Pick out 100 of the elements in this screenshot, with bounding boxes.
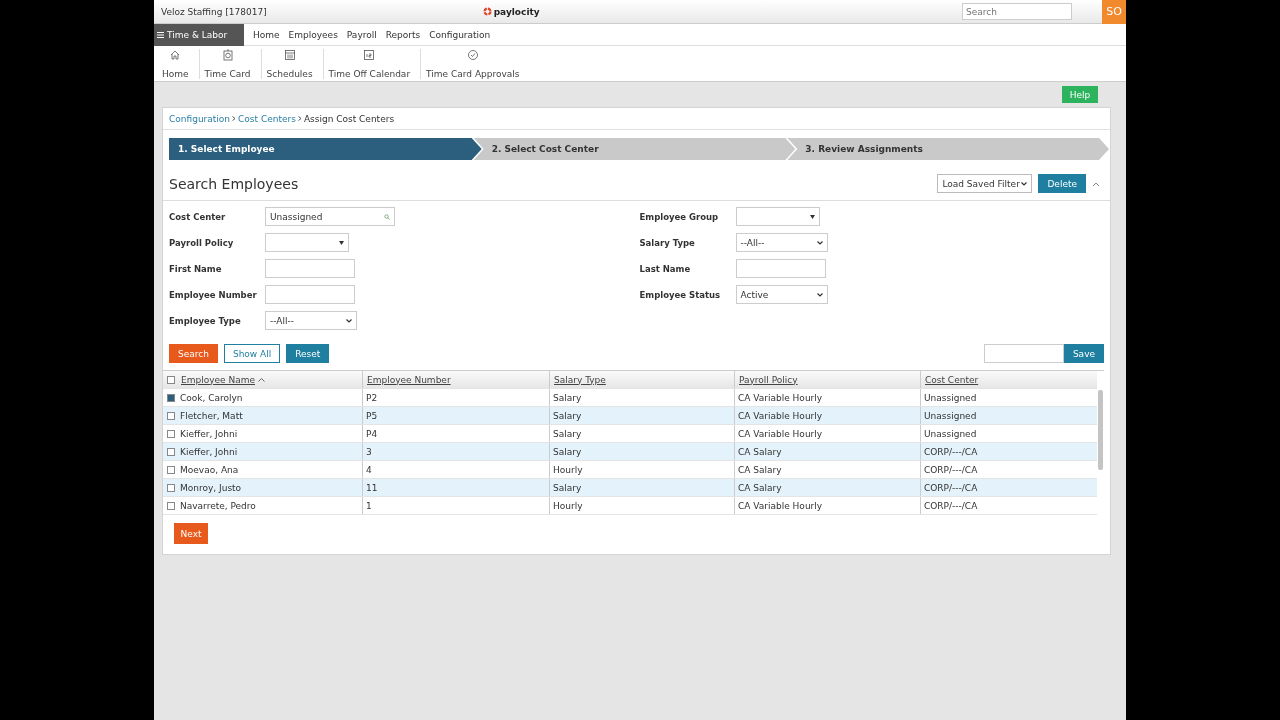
- input-field[interactable]: [265, 259, 355, 278]
- nav-link[interactable]: Configuration: [429, 29, 491, 40]
- wizard-step[interactable]: 1. Select Employee: [169, 138, 482, 160]
- column-header[interactable]: Employee Number: [362, 371, 549, 388]
- toolbar-button[interactable]: Time Card: [199, 48, 262, 79]
- table-cell: CA Variable Hourly: [734, 407, 920, 424]
- table-cell: CA Salary: [734, 461, 920, 478]
- field-label: Employee Group: [639, 211, 720, 222]
- search-icon: [384, 213, 390, 220]
- row-checkbox[interactable]: [167, 429, 175, 438]
- menu-icon: [157, 31, 164, 38]
- column-header[interactable]: Cost Center: [920, 371, 1106, 388]
- table-cell: CA Variable Hourly: [734, 497, 920, 514]
- nav-link[interactable]: Reports: [385, 29, 421, 40]
- sort-up-icon: [258, 377, 265, 382]
- collapse-icon[interactable]: [1092, 180, 1100, 187]
- stopwatch-icon: [221, 48, 234, 61]
- dropdown-arrow-icon: [339, 240, 344, 245]
- wizard-step[interactable]: 2. Select Cost Center: [473, 138, 796, 160]
- toolbar-button[interactable]: Home: [157, 48, 200, 79]
- logo-text: paylocity: [493, 6, 540, 17]
- nav-link[interactable]: Home: [253, 29, 280, 40]
- field-label: Employee Status: [639, 289, 722, 300]
- row-checkbox[interactable]: [167, 393, 175, 402]
- separator-icon: [297, 116, 302, 121]
- wizard-step[interactable]: 3. Review Assignments: [787, 138, 1109, 160]
- table-cell: CA Variable Hourly: [734, 425, 920, 442]
- table-cell: Salary: [549, 389, 734, 406]
- column-header[interactable]: Salary Type: [549, 371, 734, 388]
- table-cell: CA Variable Hourly: [734, 389, 920, 406]
- table-cell: CA Salary: [734, 479, 920, 496]
- field-label: Payroll Policy: [169, 237, 235, 248]
- row-checkbox[interactable]: [167, 447, 175, 456]
- select-field[interactable]: --All--: [265, 311, 357, 330]
- input-field[interactable]: [735, 259, 826, 278]
- logo-icon: [482, 7, 492, 16]
- breadcrumb-link[interactable]: Configuration: [169, 113, 231, 124]
- table-cell-text: Kieffer, Johni: [179, 445, 239, 459]
- toolbar-button[interactable]: Schedules: [261, 48, 324, 79]
- calendar-icon: [363, 48, 376, 61]
- section-title: Search Employees: [169, 175, 300, 192]
- home-icon: [169, 48, 182, 61]
- action-button[interactable]: Show All: [223, 344, 281, 363]
- check-circle-icon: [466, 48, 479, 61]
- table-cell: CORP/---/CA: [920, 497, 1106, 514]
- table-cell: Salary: [549, 425, 734, 442]
- toolbar-button[interactable]: Time Off Calendar: [323, 48, 422, 79]
- save-button[interactable]: Save: [1063, 344, 1104, 363]
- field-label: Last Name: [639, 263, 692, 274]
- saved-filter-select[interactable]: Load Saved Filter: [937, 174, 1033, 193]
- table-cell-text: Kieffer, Johni: [179, 427, 239, 441]
- calendar-icon: [283, 48, 296, 61]
- table-cell-text: Fletcher, Matt: [179, 409, 244, 423]
- table-cell-text: Moevao, Ana: [179, 463, 240, 477]
- cost-center-field[interactable]: Unassigned: [265, 207, 395, 226]
- breadcrumb-current: Assign Cost Centers: [303, 113, 395, 124]
- table-cell: 3: [362, 443, 549, 460]
- chevron-down-icon: [816, 292, 823, 297]
- table-cell-text: Monroy, Justo: [179, 481, 243, 495]
- input-field[interactable]: [265, 285, 355, 304]
- table-cell: 1: [362, 497, 549, 514]
- row-checkbox[interactable]: [167, 501, 175, 510]
- table-cell: 4: [362, 461, 549, 478]
- row-checkbox[interactable]: [167, 483, 175, 492]
- table-cell: P5: [362, 407, 549, 424]
- breadcrumb-link[interactable]: Cost Centers: [238, 113, 296, 124]
- chevron-down-icon: [1021, 181, 1028, 186]
- table-cell: P2: [362, 389, 549, 406]
- select-all-checkbox[interactable]: [167, 375, 175, 384]
- field-label: Cost Center: [169, 211, 227, 222]
- table-cell-text: Navarrete, Pedro: [179, 499, 257, 513]
- field-label: Employee Type: [169, 315, 242, 326]
- filter-name-field[interactable]: [983, 344, 1064, 363]
- table-cell: CA Salary: [734, 443, 920, 460]
- module-menu-button[interactable]: Time & Labor: [154, 23, 244, 46]
- action-button[interactable]: Search: [169, 344, 218, 363]
- select-field[interactable]: Active: [735, 285, 828, 304]
- search-field[interactable]: Search: [962, 3, 1072, 20]
- delete-button[interactable]: Delete: [1038, 174, 1086, 193]
- chevron-down-icon: [346, 318, 352, 323]
- table-cell: P4: [362, 425, 549, 442]
- table-cell: Salary: [549, 407, 734, 424]
- select-field[interactable]: --All--: [735, 233, 828, 252]
- scrollbar[interactable]: [1098, 390, 1103, 470]
- field-label: Salary Type: [639, 237, 696, 248]
- separator-icon: [232, 116, 237, 121]
- action-button[interactable]: Reset: [286, 344, 330, 363]
- table-cell: Salary: [549, 479, 734, 496]
- table-cell-text: Cook, Carolyn: [179, 391, 244, 405]
- nav-link[interactable]: Employees: [288, 29, 338, 40]
- dropdown-arrow-icon: [809, 214, 815, 219]
- nav-link[interactable]: Payroll: [346, 29, 377, 40]
- row-checkbox[interactable]: [167, 465, 175, 474]
- next-button[interactable]: Next: [174, 523, 208, 544]
- column-header[interactable]: Payroll Policy: [734, 371, 920, 388]
- row-checkbox[interactable]: [167, 411, 175, 420]
- field-label: First Name: [169, 263, 223, 274]
- column-header[interactable]: Employee Name: [177, 371, 362, 388]
- table-cell: Hourly: [549, 497, 734, 514]
- toolbar-button[interactable]: Time Card Approvals: [421, 48, 530, 79]
